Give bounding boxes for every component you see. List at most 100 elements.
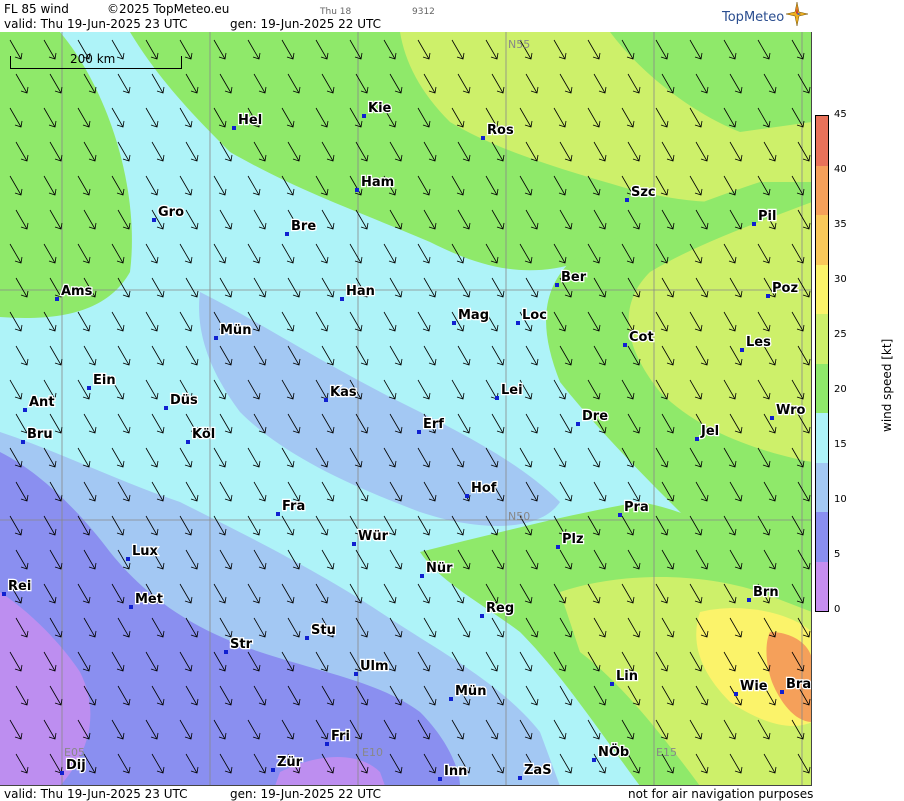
- city-dot: [325, 742, 329, 746]
- city-label: Poz: [772, 281, 798, 296]
- city-marker[interactable]: ZaS: [518, 762, 553, 780]
- colorbar-segment: [816, 561, 828, 611]
- copyright-text: ©2025 TopMeteo.eu: [107, 2, 230, 16]
- city-label: Rei: [8, 579, 31, 594]
- city-marker[interactable]: Reg: [480, 600, 515, 618]
- city-label: Wür: [358, 529, 389, 544]
- city-label: Ber: [561, 270, 587, 285]
- colorbar-tick-label: 25: [834, 329, 847, 340]
- colorbar-segment: [816, 314, 828, 364]
- city-dot: [305, 636, 309, 640]
- city-dot: [780, 690, 784, 694]
- city-label: Wie: [740, 679, 768, 694]
- city-dot: [186, 440, 190, 444]
- footer-bar: valid: Thu 19-Jun-2025 23 UTC gen: 19-Ju…: [0, 786, 814, 801]
- grid-label: E05: [64, 746, 85, 759]
- colorbar-tick-label: 45: [834, 109, 847, 120]
- city-marker[interactable]: Wie: [734, 678, 769, 696]
- wind-map[interactable]: Hel Kie Ros Ham Szc Gro Bre Pil Ber Ams Han Poz Mag L…: [0, 32, 812, 786]
- city-dot: [610, 682, 614, 686]
- city-label: Lin: [616, 669, 638, 684]
- city-label: Cot: [629, 330, 654, 345]
- colorbar-tick-label: 30: [834, 274, 847, 285]
- city-label: Bre: [291, 219, 316, 234]
- city-dot: [556, 545, 560, 549]
- city-dot: [495, 396, 499, 400]
- footer-valid-time: valid: Thu 19-Jun-2025 23 UTC: [4, 787, 188, 801]
- city-label: Szc: [631, 185, 656, 200]
- city-marker[interactable]: Han: [340, 283, 376, 301]
- grid-label: N50: [508, 510, 530, 523]
- colorbar-tick-label: 0: [834, 604, 841, 615]
- city-marker[interactable]: Ams: [55, 283, 94, 301]
- city-dot: [555, 283, 559, 287]
- city-label: ZaS: [524, 763, 552, 778]
- city-label: Pil: [758, 209, 776, 224]
- product-title: FL 85 wind: [4, 2, 69, 16]
- city-dot: [695, 437, 699, 441]
- city-dot: [21, 440, 25, 444]
- city-marker[interactable]: NÖb: [592, 743, 631, 762]
- colorbar-segment: [816, 165, 828, 215]
- city-marker[interactable]: Düs: [164, 392, 199, 410]
- city-dot: [516, 321, 520, 325]
- header-bar: FL 85 wind ©2025 TopMeteo.eu Thu 18 9312…: [0, 0, 812, 32]
- grid-label: E15: [656, 746, 677, 759]
- city-label: Ant: [29, 395, 55, 410]
- city-label: Mün: [455, 684, 486, 699]
- city-label: Gro: [158, 205, 184, 220]
- footer-generated-time: gen: 19-Jun-2025 22 UTC: [230, 787, 382, 801]
- city-dot: [734, 692, 738, 696]
- wind-map-canvas: Hel Kie Ros Ham Szc Gro Bre Pil Ber Ams Han Poz Mag L…: [0, 32, 811, 785]
- city-marker[interactable]: Mag: [452, 307, 490, 325]
- city-label: Les: [746, 335, 771, 350]
- city-marker[interactable]: Ham: [355, 174, 395, 192]
- city-label: Ulm: [360, 659, 389, 674]
- city-label: Loc: [522, 308, 547, 323]
- compass-star-icon: [786, 2, 808, 26]
- city-label: Nür: [426, 561, 453, 576]
- city-marker[interactable]: Wür: [352, 528, 390, 546]
- city-label: Han: [346, 284, 375, 299]
- city-dot: [452, 321, 456, 325]
- city-label: Ams: [61, 284, 93, 299]
- city-dot: [285, 232, 289, 236]
- city-marker[interactable]: Wro: [770, 402, 807, 420]
- city-label: Ein: [93, 373, 116, 388]
- city-marker[interactable]: Met: [129, 591, 164, 609]
- city-dot: [740, 348, 744, 352]
- grid-label: N55: [508, 38, 530, 51]
- city-dot: [354, 672, 358, 676]
- city-label: Jel: [700, 424, 719, 439]
- city-dot: [152, 218, 156, 222]
- colorbar-tick-label: 20: [834, 384, 847, 395]
- city-marker[interactable]: Mün: [214, 322, 253, 340]
- colorbar-segment: [816, 363, 828, 413]
- colorbar-tick-label: 35: [834, 219, 847, 230]
- city-dot: [271, 768, 275, 772]
- city-dot: [417, 430, 421, 434]
- city-dot: [355, 188, 359, 192]
- city-label: Inn: [444, 764, 467, 779]
- city-label: Köl: [192, 427, 215, 442]
- code-label: 9312: [412, 7, 435, 17]
- city-label: Plz: [562, 532, 584, 547]
- city-dot: [465, 494, 469, 498]
- city-label: Zür: [277, 755, 303, 770]
- city-label: Mag: [458, 308, 489, 323]
- city-dot: [214, 336, 218, 340]
- wind-speed-colorbar: [815, 115, 829, 612]
- city-label: Fra: [282, 499, 305, 514]
- disclaimer-text: not for air navigation purposes: [628, 787, 814, 801]
- city-label: Dij: [66, 758, 86, 773]
- city-dot: [518, 776, 522, 780]
- city-marker[interactable]: Ulm: [354, 658, 390, 676]
- city-label: Ham: [361, 175, 394, 190]
- city-marker[interactable]: Mün: [449, 683, 488, 701]
- city-label: Dre: [582, 409, 608, 424]
- city-dot: [618, 513, 622, 517]
- city-label: Bra: [786, 677, 811, 692]
- city-label: NÖb: [598, 744, 629, 760]
- city-dot: [770, 416, 774, 420]
- colorbar-segment: [816, 462, 828, 512]
